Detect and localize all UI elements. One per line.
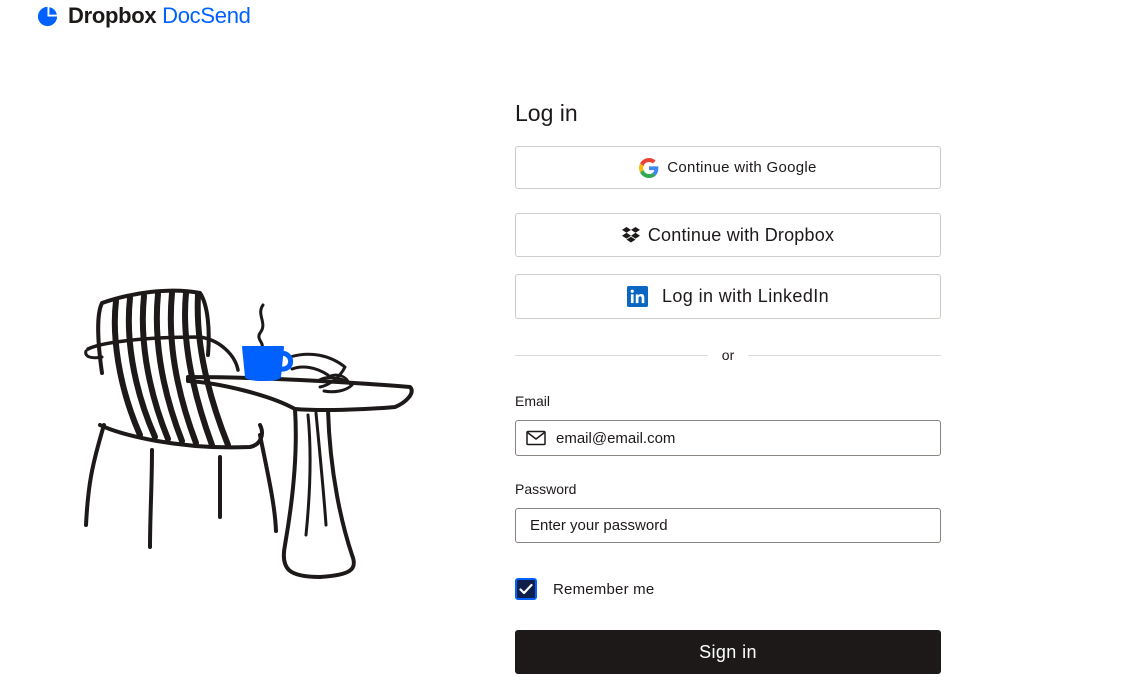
login-form: Log in Continue with Google Continue wit… — [515, 95, 942, 674]
continue-with-dropbox-button[interactable]: Continue with Dropbox — [515, 213, 941, 257]
brand-name-secondary: DocSend — [162, 3, 251, 28]
email-input[interactable] — [556, 421, 916, 455]
password-field[interactable] — [515, 508, 941, 543]
divider-line-right — [748, 354, 942, 356]
dropbox-docsend-logo-icon — [37, 6, 58, 26]
linkedin-button-label: Log in with LinkedIn — [661, 286, 830, 306]
brand-logo[interactable]: Dropbox DocSend — [36, 3, 251, 29]
chair-and-desk-illustration — [84, 288, 414, 579]
password-input[interactable] — [530, 509, 930, 542]
remember-me-label: Remember me — [553, 580, 655, 598]
email-label: Email — [515, 393, 551, 409]
dropbox-icon — [621, 227, 640, 243]
dropbox-button-label: Continue with Dropbox — [647, 224, 835, 245]
remember-me-row[interactable]: Remember me — [515, 578, 654, 600]
page-title: Log in — [515, 100, 578, 126]
remember-me-checkbox[interactable] — [515, 578, 537, 600]
google-icon — [639, 157, 659, 178]
mail-icon — [526, 430, 546, 446]
brand-name: Dropbox DocSend — [68, 3, 251, 29]
divider-text: or — [721, 347, 735, 363]
divider-line-left — [515, 354, 708, 356]
linkedin-icon — [626, 286, 648, 307]
login-with-linkedin-button[interactable]: Log in with LinkedIn — [515, 274, 941, 319]
google-button-label: Continue with Google — [667, 159, 817, 176]
brand-name-primary: Dropbox — [68, 3, 157, 28]
password-label: Password — [515, 481, 577, 497]
sign-in-button[interactable]: Sign in — [515, 630, 941, 674]
email-field[interactable] — [515, 420, 941, 456]
check-icon — [519, 583, 533, 595]
continue-with-google-button[interactable]: Continue with Google — [515, 146, 941, 189]
or-divider: or — [515, 346, 942, 364]
